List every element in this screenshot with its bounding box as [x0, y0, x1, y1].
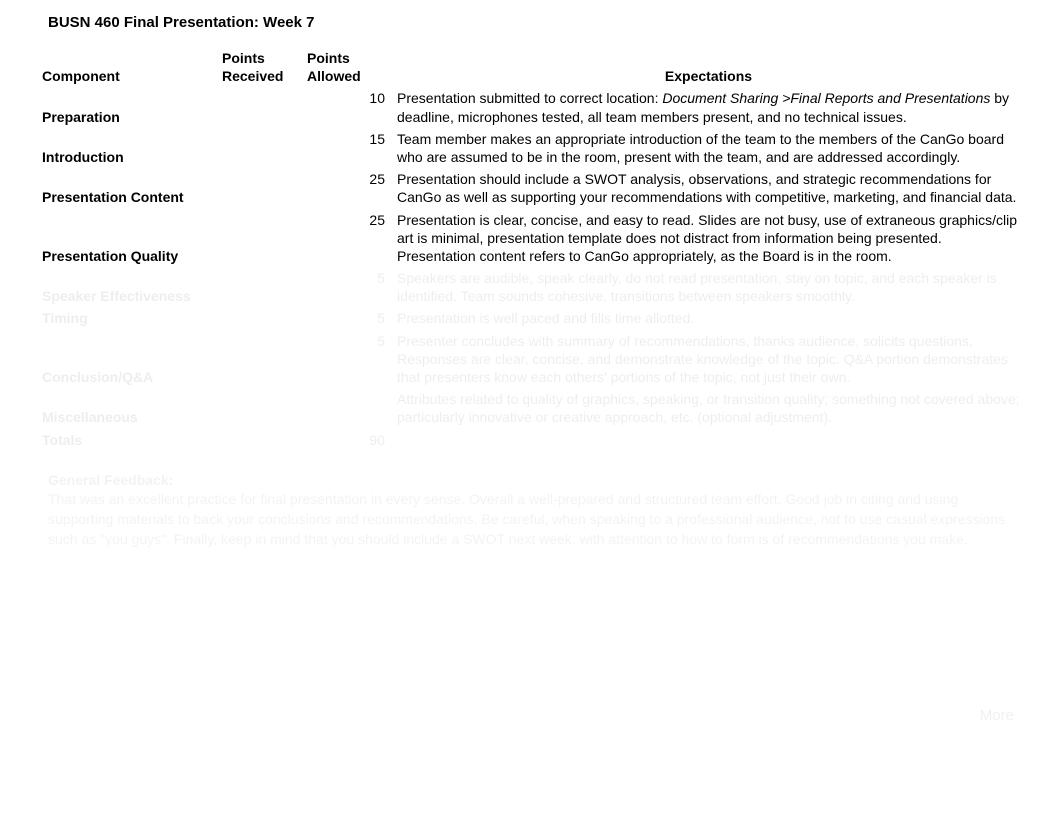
header-points-allowed: Points Allowed	[301, 47, 391, 87]
expect-text-pre: Presentation submitted to correct locati…	[397, 90, 662, 106]
points-allowed-cell: 5	[301, 330, 391, 389]
points-received-cell	[216, 388, 301, 428]
expectations-cell: Team member makes an appropriate introdu…	[391, 128, 1026, 168]
points-received-cell	[216, 128, 301, 168]
points-received-cell	[216, 330, 301, 389]
expectations-cell: Presenter concludes with summary of reco…	[391, 330, 1026, 389]
points-allowed-cell: 15	[301, 128, 391, 168]
expectations-cell: Presentation is clear, concise, and easy…	[391, 209, 1026, 268]
rubric-table-container: Component Points Received Points Allowed…	[36, 47, 1026, 451]
expect-text: Presentation should include a SWOT analy…	[397, 171, 1016, 205]
points-allowed-cell: 5	[301, 307, 391, 329]
points-received-cell	[216, 209, 301, 268]
points-received-cell	[216, 87, 301, 127]
component-label: Introduction	[36, 128, 216, 168]
points-received-cell	[216, 307, 301, 329]
expectations-cell: Presentation submitted to correct locati…	[391, 87, 1026, 127]
header-points-received: Points Received	[216, 47, 301, 87]
rubric-table: Component Points Received Points Allowed…	[36, 47, 1026, 451]
points-allowed-cell: 5	[301, 267, 391, 307]
points-received-cell	[216, 429, 301, 451]
component-label: Miscellaneous	[36, 388, 216, 428]
table-row: Totals 90	[36, 429, 1026, 451]
expectations-cell: Presentation should include a SWOT analy…	[391, 168, 1026, 208]
points-allowed-cell	[301, 388, 391, 428]
expect-text: Presentation is clear, concise, and easy…	[397, 212, 1017, 264]
component-label: Timing	[36, 307, 216, 329]
component-label: Presentation Content	[36, 168, 216, 208]
expect-text-italic: Document Sharing >Final Reports and Pres…	[662, 90, 990, 106]
expectations-cell: Attributes related to quality of graphic…	[391, 388, 1026, 428]
expect-text: Team member makes an appropriate introdu…	[397, 131, 1004, 165]
feedback-heading: General Feedback:	[48, 471, 1026, 491]
table-row: Miscellaneous Attributes related to qual…	[36, 388, 1026, 428]
component-label: Conclusion/Q&A	[36, 330, 216, 389]
table-row: Preparation 10 Presentation submitted to…	[36, 87, 1026, 127]
header-expectations: Expectations	[391, 47, 1026, 87]
table-row: Timing 5 Presentation is well paced and …	[36, 307, 1026, 329]
feedback-section: General Feedback: That was an excellent …	[48, 471, 1026, 549]
component-label: Preparation	[36, 87, 216, 127]
points-received-cell	[216, 267, 301, 307]
points-allowed-cell: 25	[301, 168, 391, 208]
points-allowed-cell: 90	[301, 429, 391, 451]
page-title: BUSN 460 Final Presentation: Week 7	[0, 0, 1062, 39]
component-label: Totals	[36, 429, 216, 451]
points-received-cell	[216, 168, 301, 208]
table-row: Presentation Quality 25 Presentation is …	[36, 209, 1026, 268]
component-label: Presentation Quality	[36, 209, 216, 268]
expectations-cell: Speakers are audible, speak clearly, do …	[391, 267, 1026, 307]
header-row: Component Points Received Points Allowed…	[36, 47, 1026, 87]
table-row: Conclusion/Q&A 5 Presenter concludes wit…	[36, 330, 1026, 389]
expectations-cell	[391, 429, 1026, 451]
expectations-cell: Presentation is well paced and fills tim…	[391, 307, 1026, 329]
points-allowed-cell: 10	[301, 87, 391, 127]
table-row: Presentation Content 25 Presentation sho…	[36, 168, 1026, 208]
points-allowed-cell: 25	[301, 209, 391, 268]
header-component: Component	[36, 47, 216, 87]
more-label: More	[980, 707, 1014, 724]
feedback-text: That was an excellent practice for final…	[48, 490, 1026, 549]
table-row: Speaker Effectiveness 5 Speakers are aud…	[36, 267, 1026, 307]
table-row: Introduction 15 Team member makes an app…	[36, 128, 1026, 168]
component-label: Speaker Effectiveness	[36, 267, 216, 307]
